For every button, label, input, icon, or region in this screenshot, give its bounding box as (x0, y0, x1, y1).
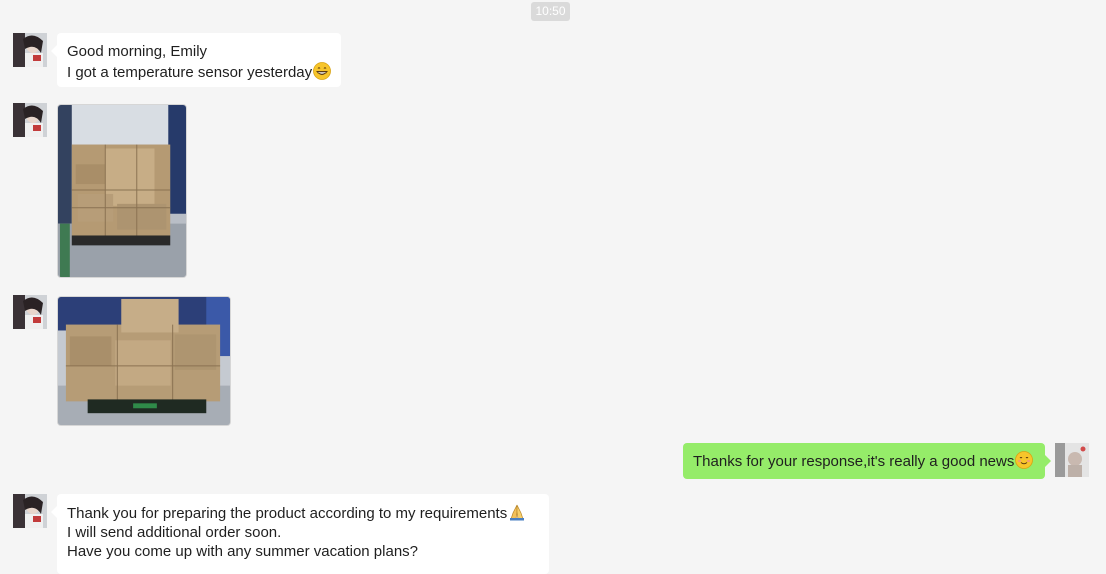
contact-avatar[interactable] (13, 295, 47, 329)
contact-avatar[interactable] (13, 103, 47, 137)
warehouse-boxes-photo-icon (58, 105, 186, 277)
message-text: Thank you for preparing the product acco… (67, 505, 508, 522)
message-text: Have you come up with any summer vacatio… (67, 543, 419, 560)
message-text: Good morning, Emily (67, 43, 208, 60)
message-text: I got a temperature sensor yesterday (67, 64, 313, 81)
user-avatar[interactable] (1055, 443, 1089, 477)
message-text: Thanks for your response,it's really a g… (693, 453, 1015, 470)
grinning-face-emoji-icon (313, 62, 332, 80)
warehouse-boxes-photo-icon (58, 297, 230, 425)
image-message[interactable] (57, 296, 231, 426)
user-avatar-icon (1055, 443, 1089, 477)
contact-avatar-icon (13, 103, 47, 137)
image-message[interactable] (57, 104, 187, 278)
message-bubble-outgoing[interactable]: Thanks for your response,it's really a g… (683, 443, 1051, 479)
contact-avatar-icon (13, 33, 47, 67)
contact-avatar[interactable] (13, 494, 47, 528)
folded-hands-emoji-icon (510, 504, 525, 521)
contact-avatar-icon (13, 295, 47, 329)
message-timestamp: 10:50 (531, 2, 570, 21)
message-bubble-incoming[interactable]: Thank you for preparing the product acco… (51, 494, 549, 574)
contact-avatar-icon (13, 494, 47, 528)
message-text: I will send additional order soon. (67, 524, 282, 541)
smiling-face-emoji-icon (1015, 451, 1034, 469)
contact-avatar[interactable] (13, 33, 47, 67)
message-bubble-incoming[interactable]: Good morning, Emily I got a temperature … (50, 33, 342, 87)
